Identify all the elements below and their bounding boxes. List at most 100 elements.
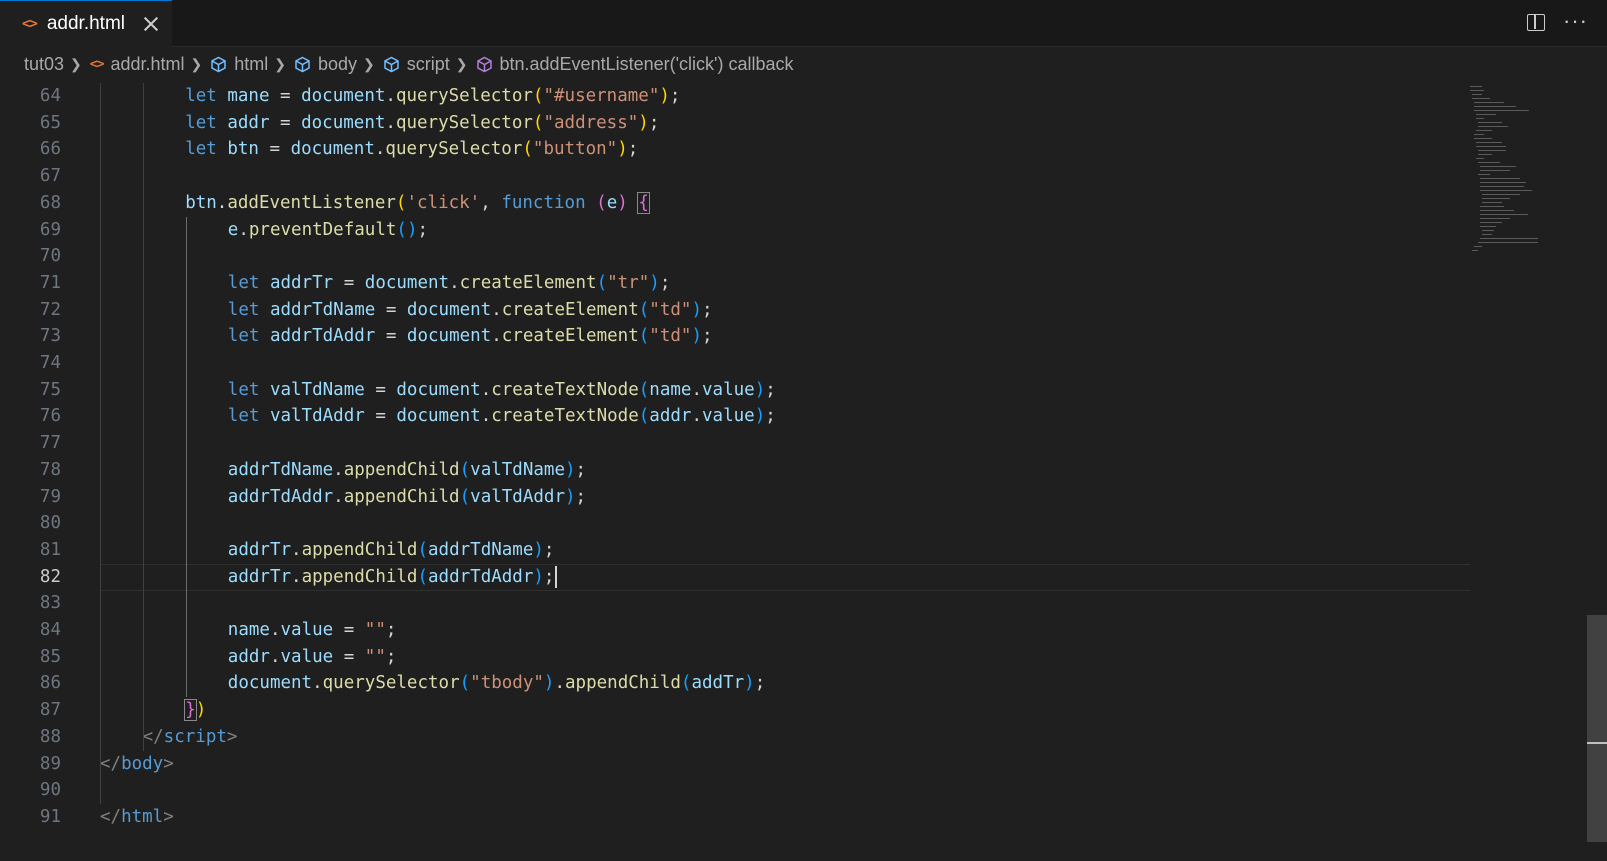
code-line[interactable]: 73 let addrTdAddr = document.createElemen… [0, 323, 1470, 350]
code-line[interactable]: 88 </script> [0, 724, 1470, 751]
code-text: }) [184, 697, 206, 724]
line-number: 75 [39, 379, 61, 400]
line-number: 87 [39, 700, 61, 721]
scrollbar-thumb[interactable] [1587, 615, 1607, 842]
minimap[interactable] [1470, 82, 1570, 272]
code-line[interactable]: 76 let valTdAddr = document.createTextNod… [0, 403, 1470, 430]
code-line[interactable]: 70 [0, 243, 1470, 270]
code-line[interactable]: 66 let btn = document.querySelector("butt… [0, 136, 1470, 163]
breadcrumb-file[interactable]: <> addr.html ❯ [90, 54, 210, 75]
minimap-line [1482, 194, 1520, 195]
line-number: 69 [39, 219, 61, 240]
minimap-line [1470, 90, 1484, 91]
code-line[interactable]: 84 name.value = ""; [0, 617, 1470, 644]
breadcrumb-label: script [406, 54, 450, 74]
code-token: ( [395, 192, 407, 213]
line-number: 77 [39, 433, 61, 454]
code-token: btn [227, 139, 259, 160]
code-token: btn [185, 192, 217, 213]
line-number: 66 [39, 139, 61, 160]
code-line[interactable]: 90 [0, 777, 1470, 804]
split-editor-icon[interactable] [1527, 14, 1545, 31]
code-token: ( [638, 379, 650, 400]
code-line[interactable]: 72 let addrTdName = document.createElemen… [0, 297, 1470, 324]
code-token: value [280, 646, 334, 667]
line-number: 72 [39, 299, 61, 320]
code-line[interactable]: 71 let addrTr = document.createElement("t… [0, 270, 1470, 297]
code-token: ; [669, 86, 681, 106]
code-token: html [121, 806, 164, 827]
line-number: 89 [39, 753, 61, 774]
code-token: querySelector [395, 86, 533, 106]
code-text: document.querySelector("tbody").appendCh… [228, 670, 765, 697]
code-token: </ [142, 726, 164, 747]
code-token: addr [649, 406, 692, 427]
line-number: 67 [39, 166, 61, 187]
code-token: . [385, 86, 396, 106]
breadcrumb-label: addr.html [110, 54, 185, 74]
minimap-line [1470, 86, 1482, 87]
vertical-scrollbar[interactable] [1585, 82, 1607, 861]
code-token: ; [575, 486, 587, 507]
code-token: body [121, 753, 164, 774]
code-editor[interactable]: 64 let mane = document.querySelector("#us… [0, 82, 1585, 861]
code-token: ; [543, 539, 555, 560]
minimap-line [1480, 182, 1526, 183]
code-token: "" [364, 620, 386, 640]
breadcrumb-folder[interactable]: tut03 ❯ [24, 54, 90, 75]
chevron-right-icon: ❯ [363, 56, 375, 72]
code-token: addTr [691, 673, 745, 694]
more-actions-icon[interactable]: ··· [1563, 8, 1588, 34]
code-text: </body> [100, 751, 174, 778]
code-token: let [227, 272, 260, 293]
code-line[interactable]: 85 addr.value = ""; [0, 644, 1470, 671]
breadcrumb-label: tut03 [24, 54, 65, 74]
code-token: name [649, 379, 692, 400]
minimap-line [1480, 218, 1510, 219]
line-number: 84 [39, 620, 61, 640]
code-line[interactable]: 75 let valTdName = document.createTextNod… [0, 377, 1470, 404]
minimap-line [1480, 186, 1524, 187]
code-line[interactable]: 81 addrTr.appendChild(addrTdName); [0, 537, 1470, 564]
minimap-line [1472, 98, 1490, 99]
breadcrumb-html[interactable]: html ❯ [210, 54, 294, 75]
code-line[interactable]: 77 [0, 430, 1470, 457]
code-line[interactable]: 74 [0, 350, 1470, 377]
code-token: valTdAddr [269, 406, 365, 427]
code-line[interactable]: 87}) [0, 697, 1470, 724]
code-line[interactable]: 64 let mane = document.querySelector("#us… [0, 83, 1470, 110]
code-line[interactable]: 65 let addr = document.querySelector("add… [0, 110, 1470, 137]
code-line[interactable]: 79 addrTdAddr.appendChild(valTdAddr); [0, 484, 1470, 511]
code-token: = [258, 139, 291, 160]
minimap-line [1478, 242, 1538, 243]
code-line[interactable]: 83 [0, 590, 1470, 617]
code-text: let valTdName = document.createTextNode(… [228, 377, 776, 404]
code-token: ( [680, 673, 692, 694]
line-number: 78 [39, 459, 61, 480]
code-line[interactable]: 68 btn.addEventListener('click', function… [0, 190, 1470, 217]
breadcrumb-script[interactable]: script ❯ [383, 54, 476, 75]
code-line[interactable]: 89 </body> [0, 751, 1470, 778]
minimap-line [1478, 126, 1508, 127]
tab-addr-html[interactable]: <> addr.html [0, 0, 172, 47]
code-line[interactable]: 82 addrTr.appendChild(addrTdAddr); [0, 564, 1470, 591]
breadcrumb-callback[interactable]: btn.addEventListener('click') callback [476, 54, 794, 75]
close-icon[interactable] [143, 16, 159, 32]
code-line[interactable]: 86 document.querySelector("tbody").append… [0, 670, 1470, 697]
code-line[interactable]: 80 [0, 510, 1470, 537]
code-token: e [606, 192, 618, 213]
code-token: . [333, 486, 344, 507]
code-line[interactable]: 78 addrTdName.appendChild(valTdName); [0, 457, 1470, 484]
minimap-line [1476, 142, 1502, 143]
code-text: name.value = ""; [228, 617, 397, 644]
code-token: ( [522, 139, 533, 160]
code-token: addrTr [227, 566, 292, 587]
code-line[interactable]: 67 [0, 163, 1470, 190]
code-token: value [280, 620, 334, 640]
code-line[interactable]: 69 e.preventDefault(); [0, 217, 1470, 244]
breadcrumb-body[interactable]: body ❯ [294, 54, 383, 75]
minimap-line [1476, 118, 1484, 119]
code-line[interactable]: 91 </html> [0, 804, 1470, 831]
